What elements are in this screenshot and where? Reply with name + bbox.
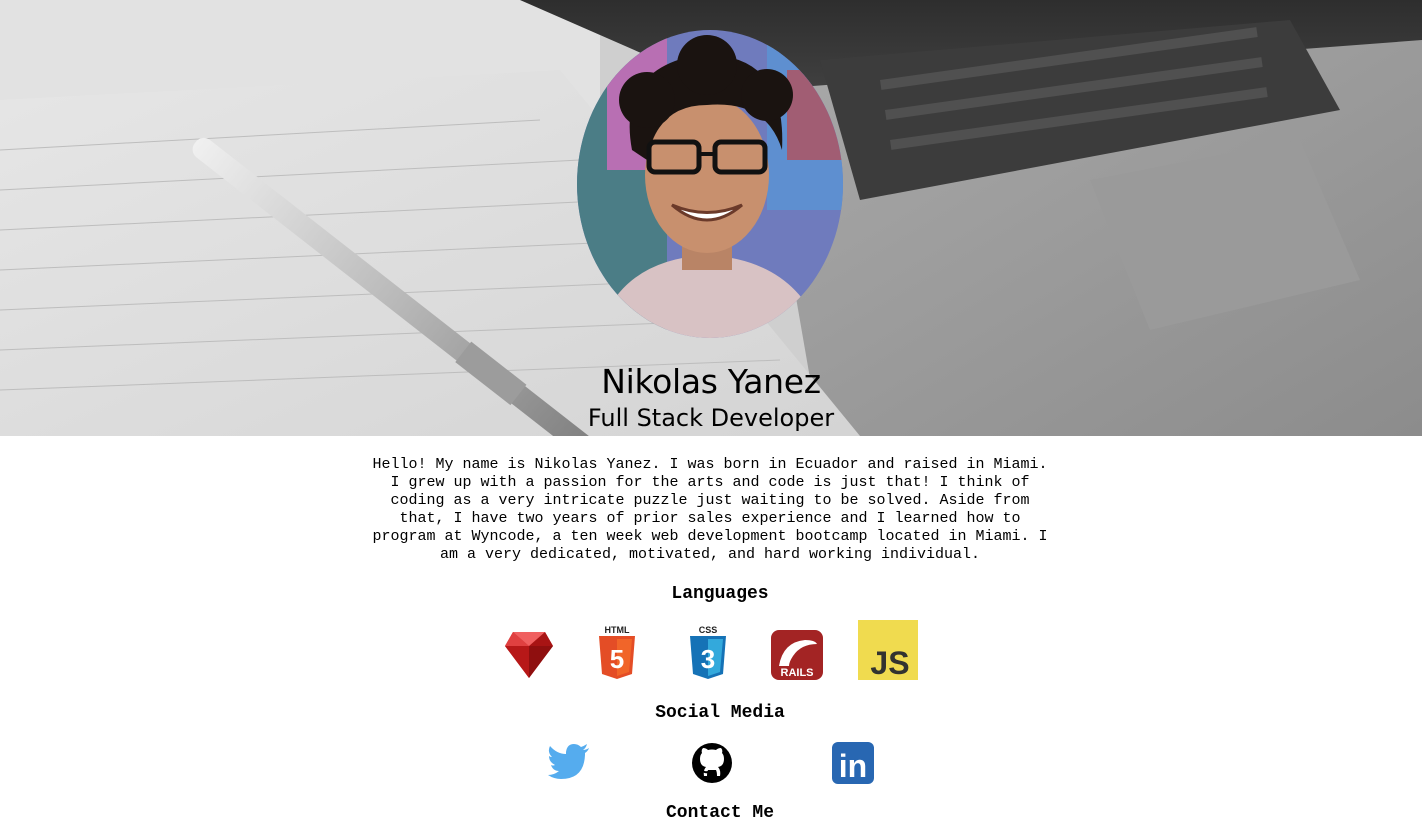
social-media-heading: Social Media (655, 703, 785, 723)
svg-text:3: 3 (701, 644, 715, 674)
github-icon[interactable] (691, 742, 733, 784)
svg-text:CSS: CSS (699, 625, 718, 635)
svg-text:RAILS: RAILS (781, 667, 814, 679)
contact-heading: Contact Me (665, 803, 775, 818)
bio-line: am a very dedicated, motivated, and hard… (439, 546, 981, 563)
bio-line: I grew up with a passion for the arts an… (390, 474, 1030, 491)
languages-heading: Languages (671, 584, 769, 604)
svg-text:HTML: HTML (605, 625, 630, 635)
profile-title: Full Stack Developer (587, 404, 835, 432)
svg-text:in: in (839, 748, 867, 784)
svg-text:5: 5 (610, 644, 624, 674)
svg-text:JS: JS (870, 645, 909, 680)
css3-icon: CSS 3 (690, 625, 726, 679)
linkedin-icon[interactable]: in (832, 742, 874, 784)
bio-line: program at Wyncode, a ten week web devel… (372, 528, 1048, 545)
twitter-icon[interactable] (548, 744, 590, 780)
bio-line: Hello! My name is Nikolas Yanez. I was b… (372, 456, 1048, 473)
ruby-icon (505, 632, 553, 678)
html5-icon: HTML 5 (599, 625, 635, 679)
profile-name: Nikolas Yanez (601, 362, 821, 401)
bio-line: coding as a very intricate puzzle just w… (390, 492, 1030, 509)
bio-line: that, I have two years of prior sales ex… (399, 510, 1021, 527)
bio-paragraph: Hello! My name is Nikolas Yanez. I was b… (350, 456, 1070, 564)
javascript-icon: JS (858, 620, 918, 680)
rails-icon: RAILS (771, 630, 823, 680)
hero-banner: Nikolas Yanez Full Stack Developer (0, 0, 1422, 436)
profile-photo (577, 30, 843, 338)
